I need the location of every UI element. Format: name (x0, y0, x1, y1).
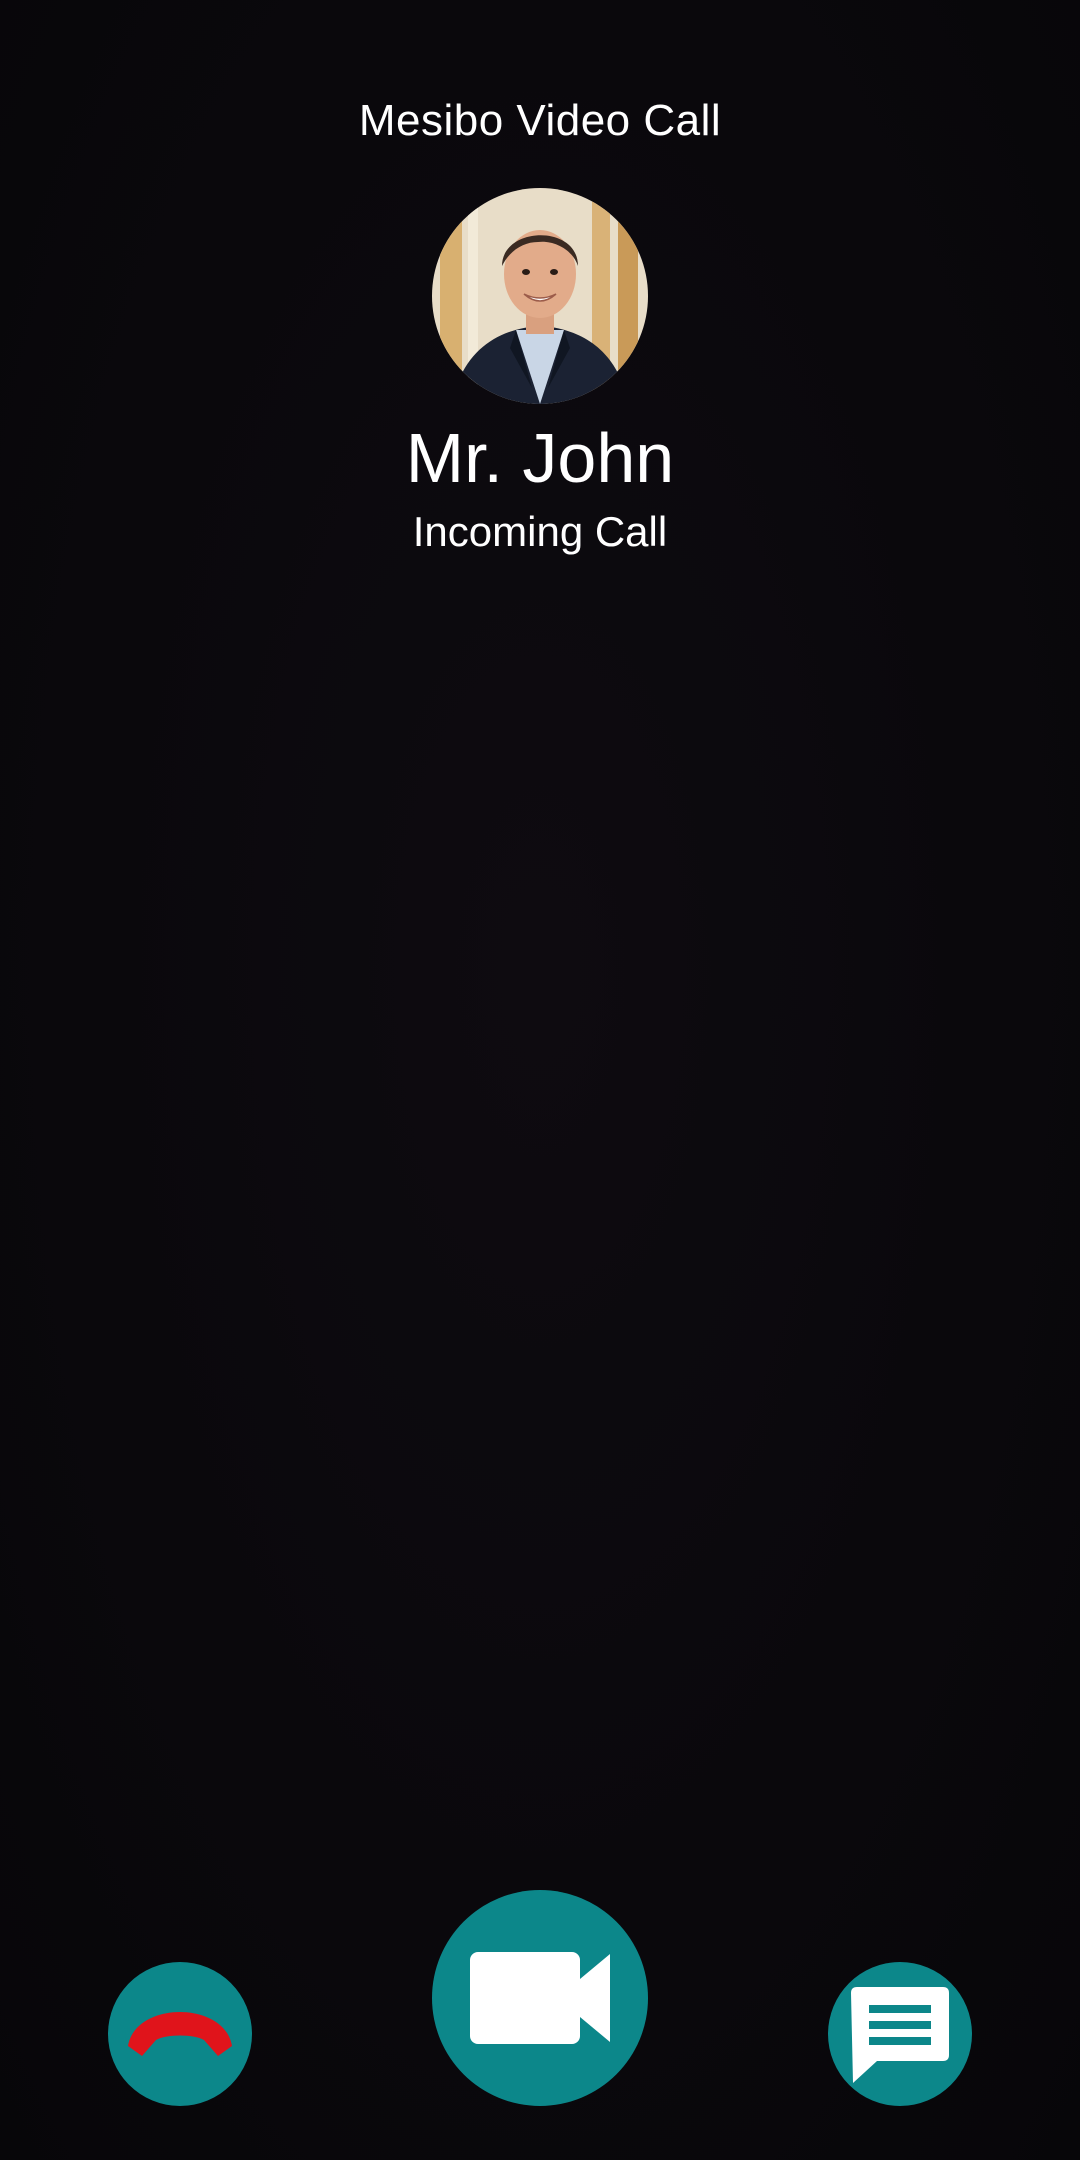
accept-video-call-button[interactable] (432, 1890, 648, 2106)
end-call-icon (128, 2012, 232, 2056)
call-status: Incoming Call (412, 508, 668, 555)
incoming-call-screen: Mesibo Video Call Mr. John Incoming Call (0, 0, 1080, 2160)
app-title: Mesibo Video Call (358, 96, 722, 145)
decline-call-button[interactable] (108, 1962, 252, 2106)
caller-photo-icon (432, 188, 648, 404)
video-camera-icon (470, 1952, 610, 2044)
caller-name: Mr. John (405, 419, 675, 497)
chat-message-icon (851, 1987, 949, 2083)
caller-avatar (432, 188, 648, 404)
send-message-button[interactable] (828, 1962, 972, 2106)
